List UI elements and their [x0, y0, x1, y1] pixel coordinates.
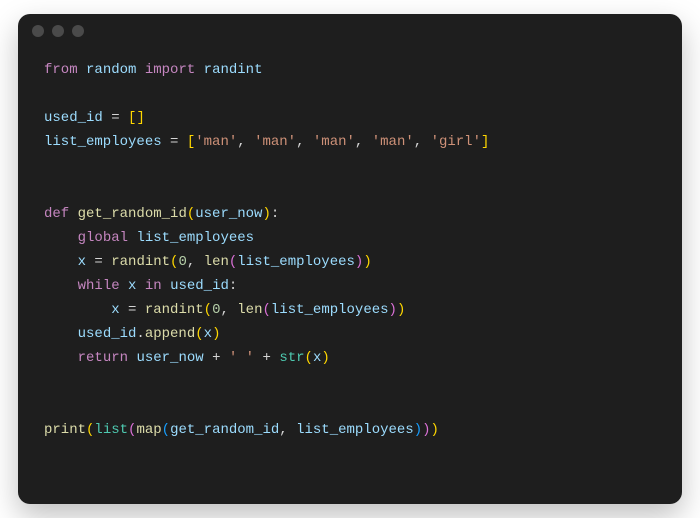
str-man: 'man' [313, 134, 355, 150]
window-dot-yellow [52, 25, 64, 37]
arg-list-employees: list_employees [296, 422, 414, 438]
op-eq: = [94, 254, 102, 270]
var-used-id: used_id [170, 278, 229, 294]
paren-close: ) [389, 302, 397, 318]
str-man: 'man' [195, 134, 237, 150]
kw-import: import [145, 62, 195, 78]
op-eq: = [170, 134, 178, 150]
builtin-list: list [94, 422, 128, 438]
paren-open: ( [263, 302, 271, 318]
paren-close: ) [414, 422, 422, 438]
window-dot-red [32, 25, 44, 37]
fn-print: print [44, 422, 86, 438]
titlebar [18, 14, 682, 48]
var-list-employees: list_employees [136, 230, 254, 246]
paren-close: ) [422, 422, 430, 438]
name-randint: randint [204, 62, 263, 78]
var-used-id: used_id [44, 110, 103, 126]
var-x: x [204, 326, 212, 342]
var-list-employees: list_employees [237, 254, 355, 270]
str-man: 'man' [254, 134, 296, 150]
paren-open: ( [204, 302, 212, 318]
fn-len: len [237, 302, 262, 318]
window-dot-green [72, 25, 84, 37]
paren-open: ( [162, 422, 170, 438]
str-space: ' ' [229, 350, 254, 366]
kw-while: while [78, 278, 120, 294]
var-x: x [128, 278, 136, 294]
paren-open: ( [187, 206, 195, 222]
str-girl: 'girl' [431, 134, 481, 150]
fn-randint: randint [145, 302, 204, 318]
var-used-id: used_id [78, 326, 137, 342]
op-eq: = [128, 302, 136, 318]
op-eq: = [111, 110, 119, 126]
var-list-employees: list_employees [271, 302, 389, 318]
str-man: 'man' [372, 134, 414, 150]
fn-map: map [136, 422, 161, 438]
num-zero: 0 [178, 254, 186, 270]
kw-def: def [44, 206, 69, 222]
paren-close: ) [321, 350, 329, 366]
fn-len: len [204, 254, 229, 270]
paren-open: ( [305, 350, 313, 366]
num-zero: 0 [212, 302, 220, 318]
arg-get-random-id: get_random_id [170, 422, 279, 438]
fn-get-random-id: get_random_id [78, 206, 187, 222]
var-user-now: user_now [136, 350, 203, 366]
paren-close: ) [262, 206, 270, 222]
kw-return: return [78, 350, 128, 366]
bracket-close: ] [481, 134, 489, 150]
builtin-str: str [279, 350, 304, 366]
fn-randint: randint [111, 254, 170, 270]
paren-close: ) [363, 254, 371, 270]
var-x: x [78, 254, 86, 270]
var-list-employees: list_employees [44, 134, 162, 150]
var-x: x [111, 302, 119, 318]
param-user-now: user_now [195, 206, 262, 222]
fn-append: append [145, 326, 195, 342]
op-plus: + [263, 350, 271, 366]
code-window: from random import randint used_id = [] … [18, 14, 682, 504]
paren-close: ) [212, 326, 220, 342]
mod-random: random [86, 62, 136, 78]
kw-global: global [78, 230, 128, 246]
paren-close: ) [397, 302, 405, 318]
bracket-close: ] [136, 110, 144, 126]
op-plus: + [212, 350, 220, 366]
kw-from: from [44, 62, 78, 78]
code-block: from random import randint used_id = [] … [18, 48, 682, 504]
paren-close: ) [431, 422, 439, 438]
paren-open: ( [195, 326, 203, 342]
bracket-open: [ [187, 134, 195, 150]
kw-in: in [145, 278, 162, 294]
